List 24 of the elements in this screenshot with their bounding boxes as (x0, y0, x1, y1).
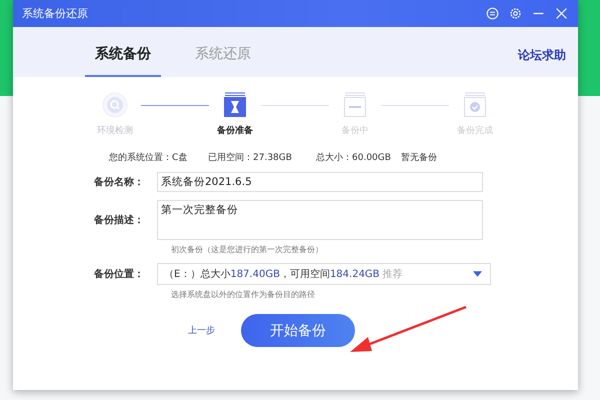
field-hint: 选择系统盘以外的位置作为备份目的路径 (171, 289, 316, 300)
info-text: 您的系统位置：C盘 (109, 152, 188, 164)
location-dropdown[interactable]: （E：）总大小187.40GB，可用空间184.24GB 推荐 (157, 263, 491, 285)
tab[interactable]: 系统备份 (85, 45, 161, 77)
info-text: 总大小：60.00GB (316, 152, 392, 164)
help-link[interactable]: 论坛求助 (518, 40, 566, 64)
close-icon[interactable] (555, 7, 568, 20)
info-text: 暂无备份 (401, 152, 437, 164)
name-input-field[interactable]: 系统备份2021.6.5 (157, 172, 483, 192)
window-title: 系统备份还原 (22, 6, 88, 21)
field-label: 备份描述： (94, 214, 145, 227)
info-text: 已用空间：27.38GB (208, 152, 293, 164)
step-label: 备份准备 (217, 124, 253, 137)
caret-icon (473, 271, 482, 277)
dropdown-value: （E：）总大小187.40GB，可用空间184.24GB 推荐 (164, 268, 403, 281)
settings-icon[interactable] (509, 7, 522, 20)
description-input-field[interactable]: 第一次完整备份 (157, 200, 483, 240)
field-hint: 初次备份（这是您进行的第一次完整备份） (171, 244, 324, 255)
back-link[interactable]: 上一步 (188, 324, 215, 337)
field-label: 备份名称： (94, 176, 145, 189)
start-backup-button[interactable]: 开始备份 (241, 314, 355, 347)
step-label: 环境检测 (97, 124, 133, 137)
field-label: 备份位置： (94, 268, 145, 281)
chat-icon[interactable] (486, 7, 499, 20)
